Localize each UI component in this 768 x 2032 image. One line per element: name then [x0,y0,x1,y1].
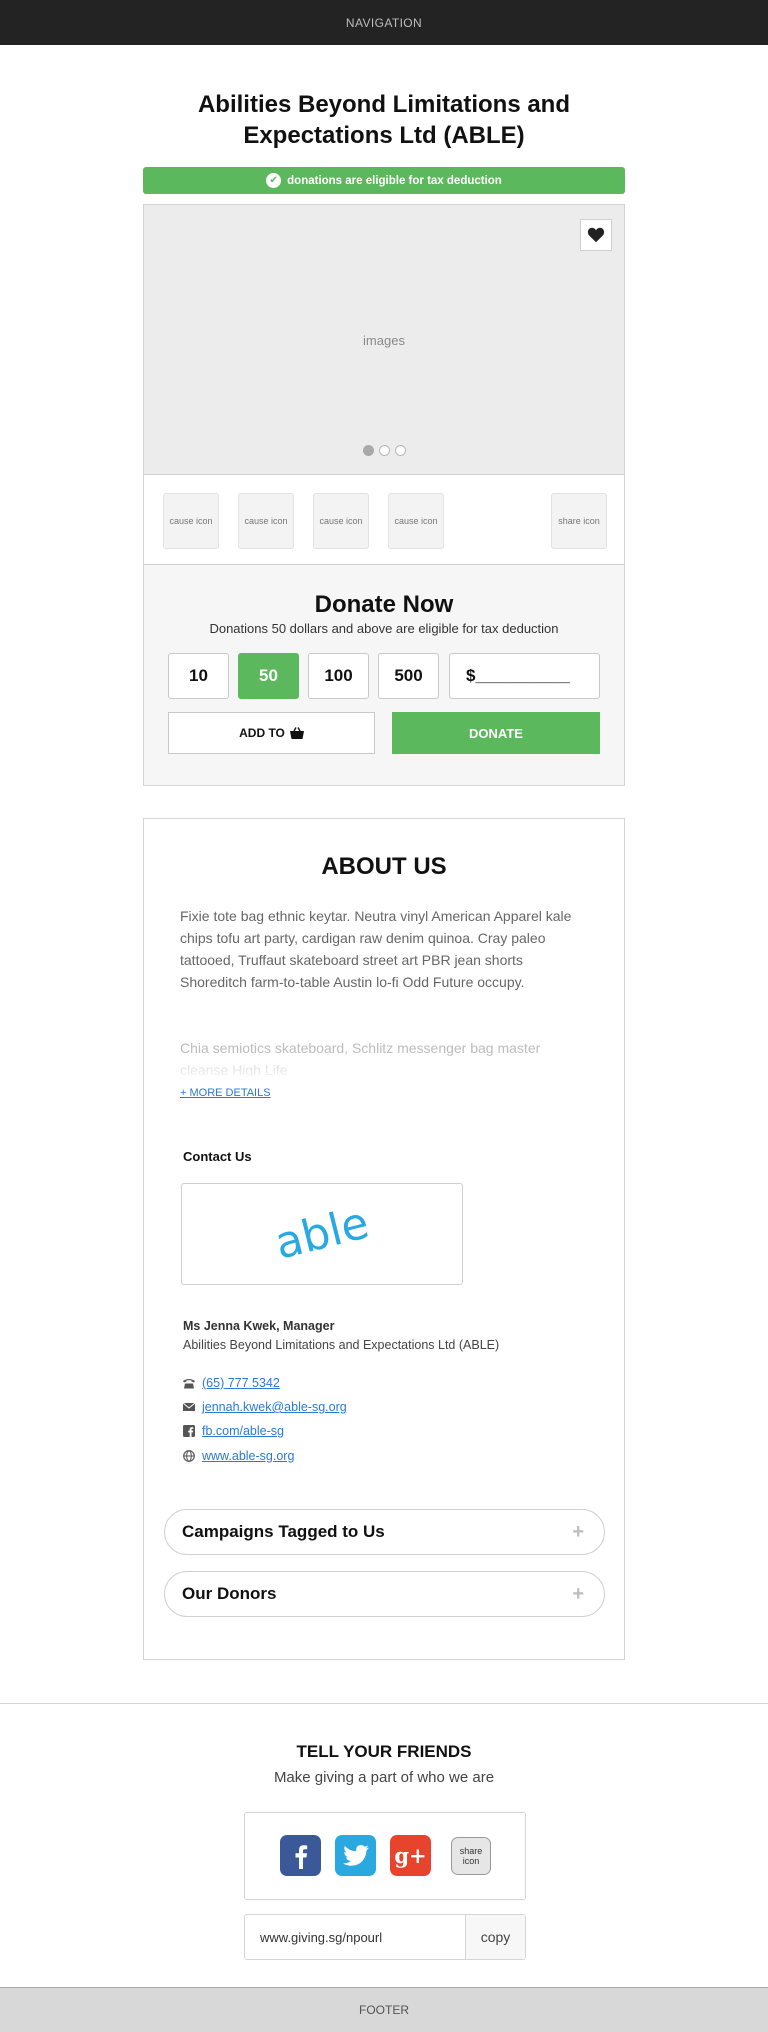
footer-label: FOOTER [359,2003,409,2017]
add-to-basket-button[interactable]: ADD TO [168,712,375,754]
plus-icon: + [572,1582,584,1605]
contact-org: Abilities Beyond Limitations and Expecta… [183,1338,500,1352]
text-fade-overlay [180,1051,580,1081]
carousel-dots [144,445,624,456]
tax-banner-text: donations are eligible for tax deduction [287,174,502,187]
donate-button[interactable]: DONATE [392,712,600,754]
navigation-bar[interactable]: NAVIGATION [0,0,768,45]
amount-option-100[interactable]: 100 [308,653,369,699]
basket-icon [289,727,304,739]
heart-icon [587,227,605,243]
svg-text:able: able [270,1204,374,1264]
page-title: Abilities Beyond Limitations and Expecta… [197,91,571,149]
googleplus-share-button[interactable]: g+ [390,1835,431,1876]
about-title: ABOUT US [321,853,447,880]
cause-icon[interactable]: cause icon [163,493,219,549]
amount-option-50[interactable]: 50 [238,653,299,699]
facebook-icon [183,1425,195,1437]
website-link[interactable]: www.able-sg.org [202,1449,294,1463]
share-subtitle: Make giving a part of who we are [273,1769,495,1786]
accordion-label: Our Donors [182,1584,277,1603]
campaigns-accordion[interactable]: Campaigns Tagged to Us + [164,1509,605,1555]
tax-deduction-banner: ✔ donations are eligible for tax deducti… [143,167,625,194]
email-link[interactable]: jennah.kwek@able-sg.org [202,1400,347,1414]
carousel-dot[interactable] [362,445,374,456]
add-to-label: ADD TO [239,726,285,740]
donors-accordion[interactable]: Our Donors + [164,1571,605,1617]
able-logo: able [270,1204,374,1264]
organization-logo: able [181,1183,463,1285]
share-url-field: copy [244,1914,526,1960]
donation-card: images cause icon cause icon cause icon … [143,204,625,786]
footer: FOOTER [0,1987,768,2032]
about-paragraph: Fixie tote bag ethnic keytar. Neutra vin… [180,908,572,990]
gallery-label: images [363,333,405,348]
contact-facebook: fb.com/able-sg [183,1423,284,1439]
contact-email: jennah.kwek@able-sg.org [183,1399,347,1415]
donate-title: Donate Now [314,591,454,618]
image-gallery[interactable]: images [144,205,624,475]
share-url-input[interactable] [245,1915,465,1959]
more-details-link[interactable]: + MORE DETAILS [180,1087,271,1099]
facebook-share-button[interactable] [280,1835,321,1876]
check-circle-icon: ✔ [266,173,282,188]
copy-button[interactable]: copy [465,1915,525,1959]
googleplus-icon: g+ [394,1843,427,1868]
carousel-dot[interactable] [394,445,406,456]
navigation-label: NAVIGATION [345,15,423,30]
amount-option-10[interactable]: 10 [168,653,229,699]
envelope-icon [183,1401,195,1413]
twitter-share-button[interactable] [335,1835,376,1876]
share-icon[interactable]: share icon [551,493,607,549]
section-divider [0,1703,768,1704]
contact-name: Ms Jenna Kwek, Manager [183,1319,335,1333]
contact-phone: (65) 777 5342 [183,1375,280,1391]
contact-person: Ms Jenna Kwek, Manager Abilities Beyond … [183,1317,499,1355]
amount-option-500[interactable]: 500 [378,653,439,699]
cause-icon[interactable]: cause icon [238,493,294,549]
contact-website: www.able-sg.org [183,1448,294,1464]
globe-icon [183,1450,195,1462]
donate-subtitle: Donations 50 dollars and above are eligi… [209,621,559,636]
donate-section: Donate Now Donations 50 dollars and abov… [144,566,624,785]
more-share-button[interactable]: share icon [451,1837,491,1875]
phone-icon [183,1377,195,1389]
facebook-link[interactable]: fb.com/able-sg [202,1424,284,1438]
about-section: ABOUT US Fixie tote bag ethnic keytar. N… [143,818,625,1660]
cause-icon[interactable]: cause icon [313,493,369,549]
favorite-button[interactable] [580,219,612,251]
cause-icons-row: cause icon cause icon cause icon cause i… [144,475,624,565]
phone-link[interactable]: (65) 777 5342 [202,1376,280,1390]
twitter-bird-icon [342,1845,369,1866]
contact-heading: Contact Us [183,1149,252,1164]
custom-amount-input[interactable]: $__________ [449,653,600,699]
facebook-logo-icon [295,1844,307,1869]
social-share-box: g+ share icon [244,1812,526,1900]
plus-icon: + [572,1520,584,1543]
share-title: TELL YOUR FRIENDS [296,1742,472,1761]
accordion-label: Campaigns Tagged to Us [182,1522,385,1541]
carousel-dot[interactable] [378,445,390,456]
cause-icon[interactable]: cause icon [388,493,444,549]
